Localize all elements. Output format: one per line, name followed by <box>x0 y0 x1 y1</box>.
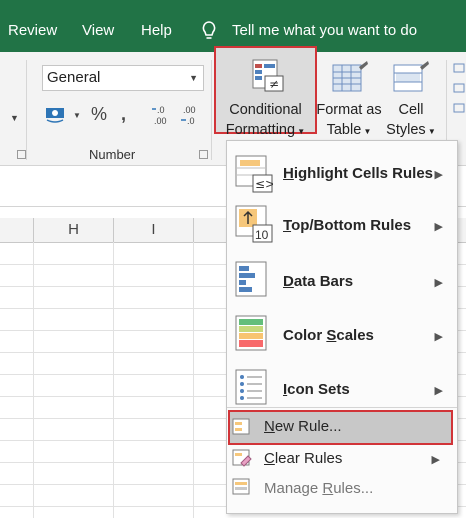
grid-line <box>33 242 34 518</box>
menu-item-label: ew Rule... <box>274 418 342 435</box>
manage-rules-icon <box>232 478 250 495</box>
svg-text:≤>: ≤> <box>255 177 273 191</box>
tab-review[interactable]: Review <box>8 22 57 39</box>
format-as-table-button[interactable]: Format as Table ▼ <box>314 55 384 145</box>
cf-label-line1: Conditional <box>229 102 302 118</box>
menu-item-label: con Sets <box>287 381 350 398</box>
tell-me-search[interactable]: Tell me what you want to do <box>232 22 417 39</box>
grid-line <box>193 242 194 518</box>
accelerator-letter: R <box>322 480 334 497</box>
menu-item-clear-rules[interactable]: Clear Rules ▶ <box>226 446 456 472</box>
svg-text:.00: .00 <box>183 105 196 115</box>
number-format-value: General <box>47 69 101 86</box>
new-rule-icon <box>232 418 250 435</box>
format-as-table-icon <box>332 61 368 92</box>
lightbulb-icon <box>202 21 216 39</box>
column-header-i[interactable]: I <box>114 218 194 242</box>
cell-styles-icon <box>393 61 429 92</box>
conditional-formatting-icon: ≠ <box>252 59 284 92</box>
menu-item-label: ata Bars <box>293 273 354 290</box>
cf-label-line2: Formatting <box>225 122 296 138</box>
comma-style-button[interactable]: , <box>121 104 126 125</box>
menu-item-label-prefix: Manage <box>264 480 323 497</box>
grid-line <box>113 242 114 518</box>
submenu-arrow-icon: ▶ <box>434 385 443 397</box>
accounting-format-icon[interactable] <box>45 103 69 125</box>
menu-item-label-prefix: Color <box>283 327 327 344</box>
chevron-down-icon: ▼ <box>295 127 306 136</box>
tab-help[interactable]: Help <box>141 22 172 39</box>
menu-separator <box>227 407 457 408</box>
clear-rules-icon <box>232 449 252 467</box>
chevron-down-icon: ▼ <box>425 127 436 136</box>
menu-item-color-scales[interactable]: Color Scales ▶ <box>227 309 457 361</box>
accelerator-letter: C <box>264 450 275 467</box>
menu-item-label: lear Rules <box>274 450 343 467</box>
svg-text:.0: .0 <box>157 105 165 115</box>
accelerator-letter: D <box>283 273 294 290</box>
cell-styles-button[interactable]: Cell Styles ▼ <box>384 55 438 145</box>
insert-cells-icon[interactable] <box>452 62 466 122</box>
menu-item-top-bottom-rules[interactable]: 10 Top/Bottom Rules ▶ <box>227 201 457 253</box>
icon-sets-icon <box>235 369 267 405</box>
menu-item-highlight-cells-rules[interactable]: ≤> Highlight Cells Rules ▶ <box>227 149 457 199</box>
menu-item-label: cales <box>336 327 374 344</box>
svg-text:≠: ≠ <box>269 77 279 91</box>
tab-view[interactable]: View <box>82 22 114 39</box>
format-as-table-label-line1: Format as <box>316 102 382 118</box>
submenu-arrow-icon: ▶ <box>434 169 443 181</box>
conditional-formatting-button[interactable]: ≠ Conditional Formatting ▼ <box>214 46 317 138</box>
accelerator-letter: H <box>283 165 294 182</box>
column-header-h[interactable]: H <box>34 218 114 242</box>
menu-item-data-bars[interactable]: Data Bars ▶ <box>227 255 457 307</box>
accelerator-letter: S <box>326 327 337 344</box>
group-separator <box>211 60 212 160</box>
svg-text:.00: .00 <box>154 116 167 126</box>
column-header-partial[interactable] <box>0 218 34 242</box>
submenu-arrow-icon: ▶ <box>434 277 443 289</box>
svg-text:10: 10 <box>255 228 269 242</box>
chevron-down-icon[interactable]: ▼ <box>10 113 19 123</box>
dialog-launcher-icon[interactable] <box>199 150 208 159</box>
menu-item-label: ighlight Cells Rules <box>293 165 434 182</box>
menu-item-new-rule[interactable]: New Rule... <box>226 410 456 445</box>
dialog-launcher-icon[interactable] <box>17 150 26 159</box>
decrease-decimal-icon[interactable]: .00 .0 <box>181 104 205 126</box>
accelerator-letter: N <box>264 418 275 435</box>
number-group-label: Number <box>89 147 136 162</box>
svg-text:.0: .0 <box>187 116 195 126</box>
color-scales-icon <box>235 315 267 351</box>
increase-decimal-icon[interactable]: .0 .00 <box>152 104 176 126</box>
menu-item-label: ules... <box>333 480 374 497</box>
number-format-dropdown[interactable]: General ▼ <box>42 65 204 91</box>
chevron-down-icon: ▼ <box>189 73 198 83</box>
chevron-down-icon: ▼ <box>361 127 372 136</box>
data-bars-icon <box>235 261 267 297</box>
top-bottom-rules-icon: 10 <box>235 205 273 243</box>
accelerator-letter: T <box>283 217 292 234</box>
percent-style-button[interactable]: % <box>91 104 107 125</box>
submenu-arrow-icon: ▶ <box>434 331 443 343</box>
menu-item-manage-rules[interactable]: Manage Rules... <box>226 475 456 501</box>
cell-styles-label-line1: Cell <box>398 102 424 118</box>
highlight-cells-rules-icon: ≤> <box>235 155 273 193</box>
format-as-table-label-line2: Table <box>326 122 362 138</box>
group-separator <box>26 60 27 160</box>
submenu-arrow-icon: ▶ <box>431 454 440 466</box>
chevron-down-icon[interactable]: ▼ <box>73 111 81 120</box>
submenu-arrow-icon: ▶ <box>434 221 443 233</box>
menu-item-label: op/Bottom Rules <box>291 217 412 234</box>
cell-styles-label-line2: Styles <box>386 122 426 138</box>
